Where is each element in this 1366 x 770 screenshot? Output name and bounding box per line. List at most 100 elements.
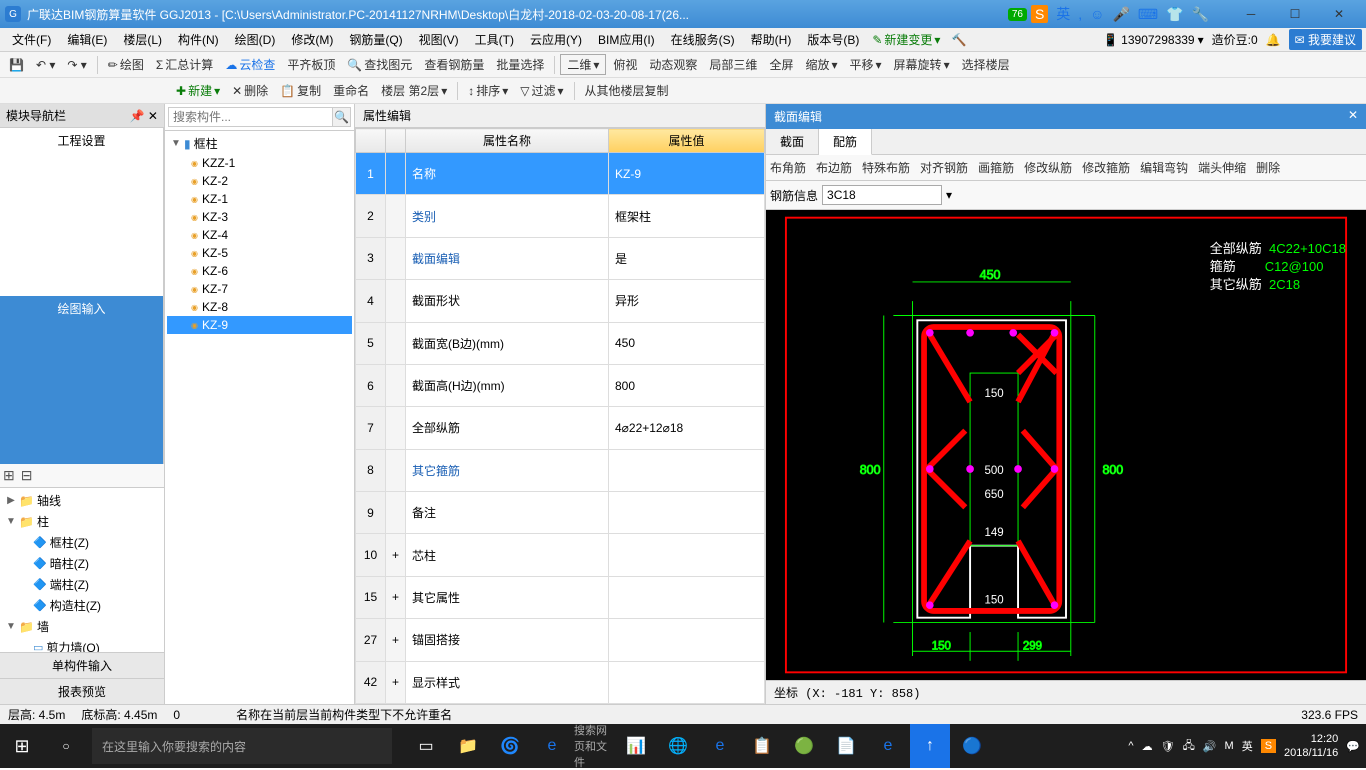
expand-all-icon[interactable]: ⊞ (3, 467, 15, 484)
section-tool[interactable]: 布边筋 (816, 159, 852, 176)
prop-row[interactable]: 8其它箍筋 (356, 449, 765, 491)
prop-row[interactable]: 15+其它属性 (356, 576, 765, 618)
copy-component-button[interactable]: 📋 复制 (275, 80, 326, 101)
start-button[interactable]: ⊞ (0, 724, 44, 768)
tree-node[interactable]: ▼📁柱 (2, 511, 162, 532)
tray-ime-m[interactable]: M (1225, 740, 1234, 752)
suggest-button[interactable]: ✉ 我要建议 (1289, 29, 1362, 50)
app-icon-6[interactable]: 📋 (742, 724, 782, 768)
tree-node[interactable]: 🔷暗柱(Z) (16, 553, 162, 574)
comp-item[interactable]: ◉KZ-9 (167, 316, 352, 334)
find-button[interactable]: 🔍 查找图元 (342, 54, 417, 75)
ime-icon[interactable]: , (1078, 6, 1082, 22)
clock[interactable]: 12:202018/11/16 (1284, 732, 1338, 760)
prop-row[interactable]: 10+芯柱 (356, 534, 765, 576)
tree-node[interactable]: ▼📁墙 (2, 616, 162, 637)
menu-view[interactable]: 视图(V) (411, 29, 467, 50)
section-tool[interactable]: 画箍筋 (978, 159, 1014, 176)
tree-node[interactable]: 🔷构造柱(Z) (16, 595, 162, 616)
prop-row[interactable]: 3截面编辑是 (356, 237, 765, 279)
new-change-button[interactable]: ✎ 新建变更 ▾ (867, 29, 945, 50)
section-tool[interactable]: 修改纵筋 (1024, 159, 1072, 176)
wrench-icon[interactable]: 🔧 (1192, 6, 1209, 23)
menu-version[interactable]: 版本号(B) (799, 29, 867, 50)
tray-up-icon[interactable]: ^ (1128, 740, 1133, 752)
tray-cloud-icon[interactable]: ☁ (1142, 740, 1153, 753)
section-tool[interactable]: 特殊布筋 (862, 159, 910, 176)
app-icon-1[interactable]: 📁 (448, 724, 488, 768)
section-tool[interactable]: 端头伸缩 (1198, 159, 1246, 176)
mic-icon[interactable]: 🎤 (1112, 6, 1129, 23)
hammer-icon[interactable]: 🔨 (951, 33, 966, 47)
keyboard-icon[interactable]: ⌨ (1138, 6, 1158, 23)
notif-center-icon[interactable]: 💬 (1346, 740, 1360, 753)
phone-display[interactable]: 📱 13907298339 ▾ (1103, 33, 1203, 47)
app-icon-8[interactable]: 📄 (826, 724, 866, 768)
menu-help[interactable]: 帮助(H) (743, 29, 800, 50)
app-icon-4[interactable]: 🌐 (658, 724, 698, 768)
section-tool[interactable]: 编辑弯钩 (1140, 159, 1188, 176)
menu-cloud[interactable]: 云应用(Y) (522, 29, 590, 50)
app-icon-5[interactable]: e (700, 724, 740, 768)
redo-icon[interactable]: ↷ ▾ (62, 56, 91, 74)
delete-component-button[interactable]: ✕ 删除 (227, 80, 273, 101)
prop-row[interactable]: 5截面宽(B边)(mm)450 (356, 322, 765, 364)
prop-row[interactable]: 4截面形状异形 (356, 280, 765, 322)
comp-item[interactable]: ◉KZ-2 (167, 172, 352, 190)
menu-file[interactable]: 文件(F) (4, 29, 59, 50)
tray-net-icon[interactable]: 🖧 (1183, 737, 1195, 756)
sort-button[interactable]: ↕ 排序 ▾ (463, 80, 513, 101)
minimize-button[interactable]: ─ (1229, 0, 1273, 28)
top-view-button[interactable]: 俯视 (608, 54, 642, 75)
rename-component-button[interactable]: 重命名 (328, 80, 374, 101)
tree-node[interactable]: 🔷框柱(Z) (16, 532, 162, 553)
section-close-icon[interactable]: ✕ (1348, 108, 1358, 125)
menu-draw[interactable]: 绘图(D) (227, 29, 284, 50)
search-input[interactable] (168, 107, 333, 127)
ime-s-icon[interactable]: S (1031, 5, 1048, 23)
nav-tree[interactable]: ▶📁轴线▼📁柱🔷框柱(Z)🔷暗柱(Z)🔷端柱(Z)🔷构造柱(Z)▼📁墙▭剪力墙(… (0, 488, 164, 652)
copy-from-floor-button[interactable]: 从其他楼层复制 (580, 80, 674, 101)
footer-report-preview[interactable]: 报表预览 (0, 678, 164, 704)
comp-item[interactable]: ◉KZ-3 (167, 208, 352, 226)
orbit-button[interactable]: 动态观察 (644, 54, 702, 75)
tab-draw-input[interactable]: 绘图输入 (0, 296, 164, 464)
section-tool[interactable]: 删除 (1256, 159, 1280, 176)
shirt-icon[interactable]: 👕 (1166, 6, 1183, 23)
notif-badge[interactable]: 76 (1008, 8, 1027, 21)
menu-online[interactable]: 在线服务(S) (663, 29, 743, 50)
local3d-button[interactable]: 局部三维 (704, 54, 762, 75)
tab-project-settings[interactable]: 工程设置 (0, 128, 164, 296)
app-icon-9[interactable]: ↑ (910, 724, 950, 768)
prop-row[interactable]: 6截面高(H边)(mm)800 (356, 364, 765, 406)
rebar-dropdown-icon[interactable]: ▾ (946, 188, 952, 202)
tree-node[interactable]: 🔷端柱(Z) (16, 574, 162, 595)
collapse-all-icon[interactable]: ⊟ (21, 467, 33, 484)
app-icon-7[interactable]: 🟢 (784, 724, 824, 768)
view-mode-dropdown[interactable]: 二维 ▾ (560, 54, 606, 75)
section-canvas[interactable]: 450 800 800 150 299 (766, 210, 1366, 680)
ime-lang[interactable]: 英 (1056, 4, 1070, 24)
tab-rebar-layout[interactable]: 配筋 (819, 129, 872, 155)
draw-button[interactable]: ✏ 绘图 (103, 54, 149, 75)
section-tool[interactable]: 布角筋 (770, 159, 806, 176)
tray-ime-s[interactable]: S (1261, 739, 1276, 753)
comp-item[interactable]: ◉KZ-8 (167, 298, 352, 316)
search-icon[interactable]: 🔍 (333, 107, 351, 127)
cortana-icon[interactable]: ○ (44, 739, 88, 753)
prop-row[interactable]: 1名称KZ-9 (356, 153, 765, 195)
prop-row[interactable]: 7全部纵筋4⌀22+12⌀18 (356, 407, 765, 449)
bell-icon[interactable]: 🔔 (1266, 33, 1281, 47)
rotate-button[interactable]: 屏幕旋转 ▾ (889, 54, 955, 75)
app-icon-edge[interactable]: e (868, 724, 908, 768)
tray-ime-lang[interactable]: 英 (1242, 738, 1253, 754)
fullscreen-button[interactable]: 全屏 (764, 54, 798, 75)
taskbar-search[interactable]: 在这里输入你要搜索的内容 (92, 728, 392, 764)
app-icon-3[interactable]: 📊 (616, 724, 656, 768)
undo-icon[interactable]: ↶ ▾ (31, 56, 60, 74)
prop-row[interactable]: 2类别框架柱 (356, 195, 765, 237)
comp-item[interactable]: ◉KZZ-1 (167, 154, 352, 172)
new-component-button[interactable]: ✚ 新建 ▾ (171, 80, 225, 101)
comp-root[interactable]: ▼▮框柱 (167, 133, 352, 154)
sum-button[interactable]: Σ 汇总计算 (151, 54, 218, 75)
